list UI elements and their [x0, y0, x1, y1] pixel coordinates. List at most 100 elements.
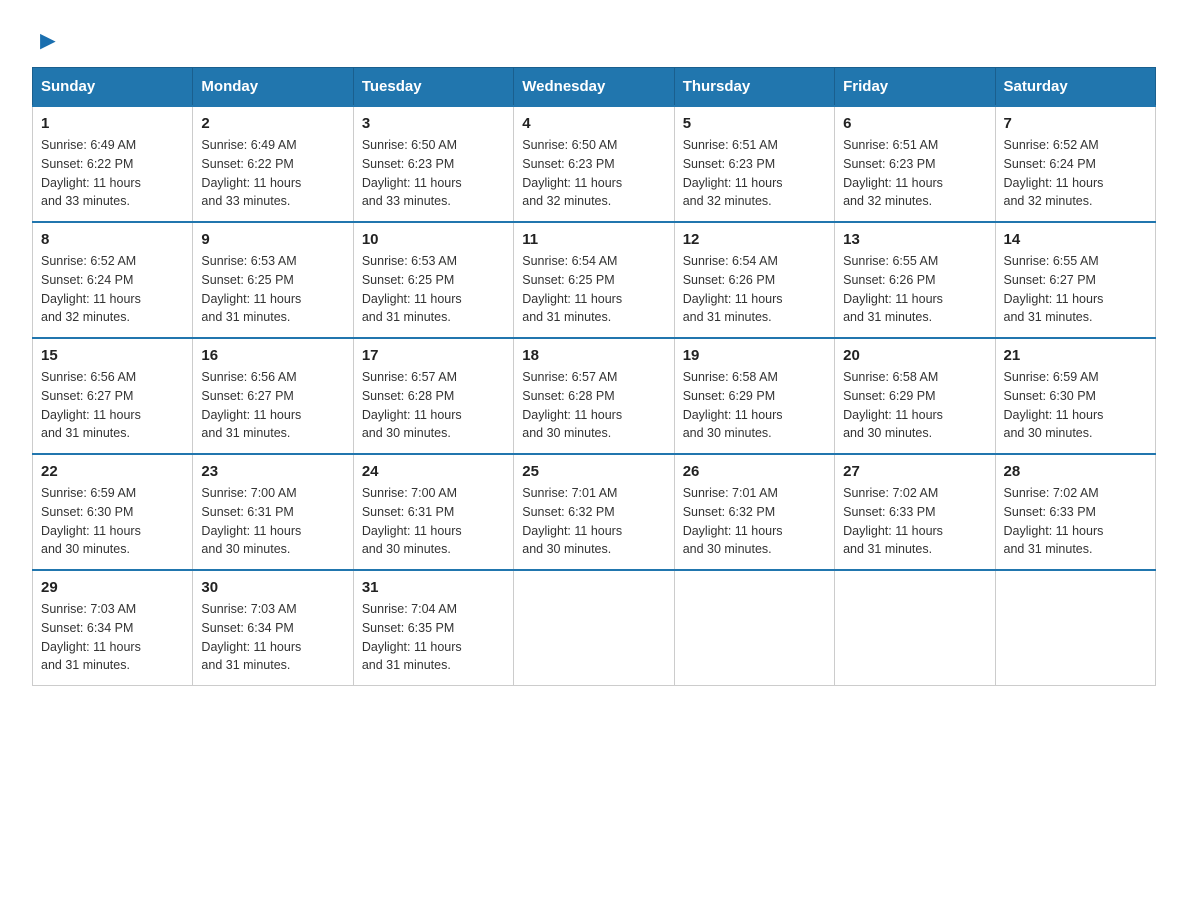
- day-number: 6: [843, 115, 986, 132]
- day-number: 3: [362, 115, 505, 132]
- calendar-day-cell: 26 Sunrise: 7:01 AMSunset: 6:32 PMDaylig…: [674, 454, 834, 570]
- day-number: 26: [683, 463, 826, 480]
- day-number: 9: [201, 231, 344, 248]
- day-info: Sunrise: 6:58 AMSunset: 6:29 PMDaylight:…: [683, 370, 783, 440]
- calendar-day-cell: 9 Sunrise: 6:53 AMSunset: 6:25 PMDayligh…: [193, 222, 353, 338]
- page-header: ►: [32, 24, 1156, 55]
- day-info: Sunrise: 6:53 AMSunset: 6:25 PMDaylight:…: [362, 254, 462, 324]
- calendar-day-cell: 16 Sunrise: 6:56 AMSunset: 6:27 PMDaylig…: [193, 338, 353, 454]
- day-number: 8: [41, 231, 184, 248]
- day-number: 18: [522, 347, 665, 364]
- day-info: Sunrise: 6:51 AMSunset: 6:23 PMDaylight:…: [683, 138, 783, 208]
- day-info: Sunrise: 7:02 AMSunset: 6:33 PMDaylight:…: [1004, 486, 1104, 556]
- day-info: Sunrise: 7:01 AMSunset: 6:32 PMDaylight:…: [683, 486, 783, 556]
- calendar-table: SundayMondayTuesdayWednesdayThursdayFrid…: [32, 67, 1156, 686]
- calendar-day-cell: [514, 570, 674, 686]
- calendar-day-cell: 29 Sunrise: 7:03 AMSunset: 6:34 PMDaylig…: [33, 570, 193, 686]
- calendar-day-cell: 20 Sunrise: 6:58 AMSunset: 6:29 PMDaylig…: [835, 338, 995, 454]
- day-info: Sunrise: 6:50 AMSunset: 6:23 PMDaylight:…: [522, 138, 622, 208]
- logo: ►: [32, 24, 60, 55]
- weekday-header-wednesday: Wednesday: [514, 68, 674, 107]
- weekday-header-friday: Friday: [835, 68, 995, 107]
- day-number: 27: [843, 463, 986, 480]
- day-info: Sunrise: 6:56 AMSunset: 6:27 PMDaylight:…: [201, 370, 301, 440]
- day-number: 20: [843, 347, 986, 364]
- calendar-day-cell: 30 Sunrise: 7:03 AMSunset: 6:34 PMDaylig…: [193, 570, 353, 686]
- calendar-day-cell: 31 Sunrise: 7:04 AMSunset: 6:35 PMDaylig…: [353, 570, 513, 686]
- day-info: Sunrise: 6:49 AMSunset: 6:22 PMDaylight:…: [41, 138, 141, 208]
- day-info: Sunrise: 7:03 AMSunset: 6:34 PMDaylight:…: [41, 602, 141, 672]
- day-info: Sunrise: 6:56 AMSunset: 6:27 PMDaylight:…: [41, 370, 141, 440]
- calendar-day-cell: 8 Sunrise: 6:52 AMSunset: 6:24 PMDayligh…: [33, 222, 193, 338]
- calendar-week-row: 1 Sunrise: 6:49 AMSunset: 6:22 PMDayligh…: [33, 106, 1156, 222]
- day-info: Sunrise: 7:01 AMSunset: 6:32 PMDaylight:…: [522, 486, 622, 556]
- day-number: 15: [41, 347, 184, 364]
- day-number: 24: [362, 463, 505, 480]
- day-info: Sunrise: 6:59 AMSunset: 6:30 PMDaylight:…: [41, 486, 141, 556]
- calendar-day-cell: 4 Sunrise: 6:50 AMSunset: 6:23 PMDayligh…: [514, 106, 674, 222]
- day-info: Sunrise: 6:57 AMSunset: 6:28 PMDaylight:…: [362, 370, 462, 440]
- calendar-day-cell: 5 Sunrise: 6:51 AMSunset: 6:23 PMDayligh…: [674, 106, 834, 222]
- day-info: Sunrise: 6:49 AMSunset: 6:22 PMDaylight:…: [201, 138, 301, 208]
- day-number: 7: [1004, 115, 1147, 132]
- day-info: Sunrise: 6:52 AMSunset: 6:24 PMDaylight:…: [1004, 138, 1104, 208]
- day-info: Sunrise: 7:00 AMSunset: 6:31 PMDaylight:…: [201, 486, 301, 556]
- day-number: 12: [683, 231, 826, 248]
- day-number: 13: [843, 231, 986, 248]
- day-info: Sunrise: 6:50 AMSunset: 6:23 PMDaylight:…: [362, 138, 462, 208]
- day-number: 14: [1004, 231, 1147, 248]
- calendar-day-cell: 7 Sunrise: 6:52 AMSunset: 6:24 PMDayligh…: [995, 106, 1155, 222]
- calendar-day-cell: 18 Sunrise: 6:57 AMSunset: 6:28 PMDaylig…: [514, 338, 674, 454]
- calendar-day-cell: 11 Sunrise: 6:54 AMSunset: 6:25 PMDaylig…: [514, 222, 674, 338]
- calendar-day-cell: 2 Sunrise: 6:49 AMSunset: 6:22 PMDayligh…: [193, 106, 353, 222]
- calendar-day-cell: 3 Sunrise: 6:50 AMSunset: 6:23 PMDayligh…: [353, 106, 513, 222]
- calendar-day-cell: 21 Sunrise: 6:59 AMSunset: 6:30 PMDaylig…: [995, 338, 1155, 454]
- day-info: Sunrise: 6:57 AMSunset: 6:28 PMDaylight:…: [522, 370, 622, 440]
- day-info: Sunrise: 6:54 AMSunset: 6:25 PMDaylight:…: [522, 254, 622, 324]
- day-number: 21: [1004, 347, 1147, 364]
- day-info: Sunrise: 6:53 AMSunset: 6:25 PMDaylight:…: [201, 254, 301, 324]
- day-info: Sunrise: 6:58 AMSunset: 6:29 PMDaylight:…: [843, 370, 943, 440]
- calendar-week-row: 15 Sunrise: 6:56 AMSunset: 6:27 PMDaylig…: [33, 338, 1156, 454]
- calendar-day-cell: 14 Sunrise: 6:55 AMSunset: 6:27 PMDaylig…: [995, 222, 1155, 338]
- calendar-day-cell: [674, 570, 834, 686]
- day-number: 1: [41, 115, 184, 132]
- weekday-header-monday: Monday: [193, 68, 353, 107]
- day-info: Sunrise: 7:00 AMSunset: 6:31 PMDaylight:…: [362, 486, 462, 556]
- day-number: 23: [201, 463, 344, 480]
- weekday-header-row: SundayMondayTuesdayWednesdayThursdayFrid…: [33, 68, 1156, 107]
- weekday-header-thursday: Thursday: [674, 68, 834, 107]
- day-number: 19: [683, 347, 826, 364]
- calendar-day-cell: 28 Sunrise: 7:02 AMSunset: 6:33 PMDaylig…: [995, 454, 1155, 570]
- day-info: Sunrise: 6:51 AMSunset: 6:23 PMDaylight:…: [843, 138, 943, 208]
- day-info: Sunrise: 6:54 AMSunset: 6:26 PMDaylight:…: [683, 254, 783, 324]
- weekday-header-saturday: Saturday: [995, 68, 1155, 107]
- day-number: 17: [362, 347, 505, 364]
- day-number: 16: [201, 347, 344, 364]
- weekday-header-tuesday: Tuesday: [353, 68, 513, 107]
- day-number: 4: [522, 115, 665, 132]
- day-number: 10: [362, 231, 505, 248]
- day-number: 25: [522, 463, 665, 480]
- day-number: 31: [362, 579, 505, 596]
- calendar-day-cell: 19 Sunrise: 6:58 AMSunset: 6:29 PMDaylig…: [674, 338, 834, 454]
- calendar-day-cell: 15 Sunrise: 6:56 AMSunset: 6:27 PMDaylig…: [33, 338, 193, 454]
- calendar-day-cell: 23 Sunrise: 7:00 AMSunset: 6:31 PMDaylig…: [193, 454, 353, 570]
- calendar-day-cell: 24 Sunrise: 7:00 AMSunset: 6:31 PMDaylig…: [353, 454, 513, 570]
- day-info: Sunrise: 6:55 AMSunset: 6:26 PMDaylight:…: [843, 254, 943, 324]
- day-number: 29: [41, 579, 184, 596]
- calendar-day-cell: 27 Sunrise: 7:02 AMSunset: 6:33 PMDaylig…: [835, 454, 995, 570]
- calendar-day-cell: 13 Sunrise: 6:55 AMSunset: 6:26 PMDaylig…: [835, 222, 995, 338]
- day-number: 22: [41, 463, 184, 480]
- day-number: 28: [1004, 463, 1147, 480]
- day-info: Sunrise: 7:03 AMSunset: 6:34 PMDaylight:…: [201, 602, 301, 672]
- calendar-day-cell: 6 Sunrise: 6:51 AMSunset: 6:23 PMDayligh…: [835, 106, 995, 222]
- logo-arrow-icon: ►: [35, 25, 60, 56]
- day-info: Sunrise: 7:04 AMSunset: 6:35 PMDaylight:…: [362, 602, 462, 672]
- calendar-day-cell: 12 Sunrise: 6:54 AMSunset: 6:26 PMDaylig…: [674, 222, 834, 338]
- calendar-week-row: 22 Sunrise: 6:59 AMSunset: 6:30 PMDaylig…: [33, 454, 1156, 570]
- weekday-header-sunday: Sunday: [33, 68, 193, 107]
- calendar-day-cell: 10 Sunrise: 6:53 AMSunset: 6:25 PMDaylig…: [353, 222, 513, 338]
- logo-blue: ►: [32, 24, 60, 55]
- day-number: 30: [201, 579, 344, 596]
